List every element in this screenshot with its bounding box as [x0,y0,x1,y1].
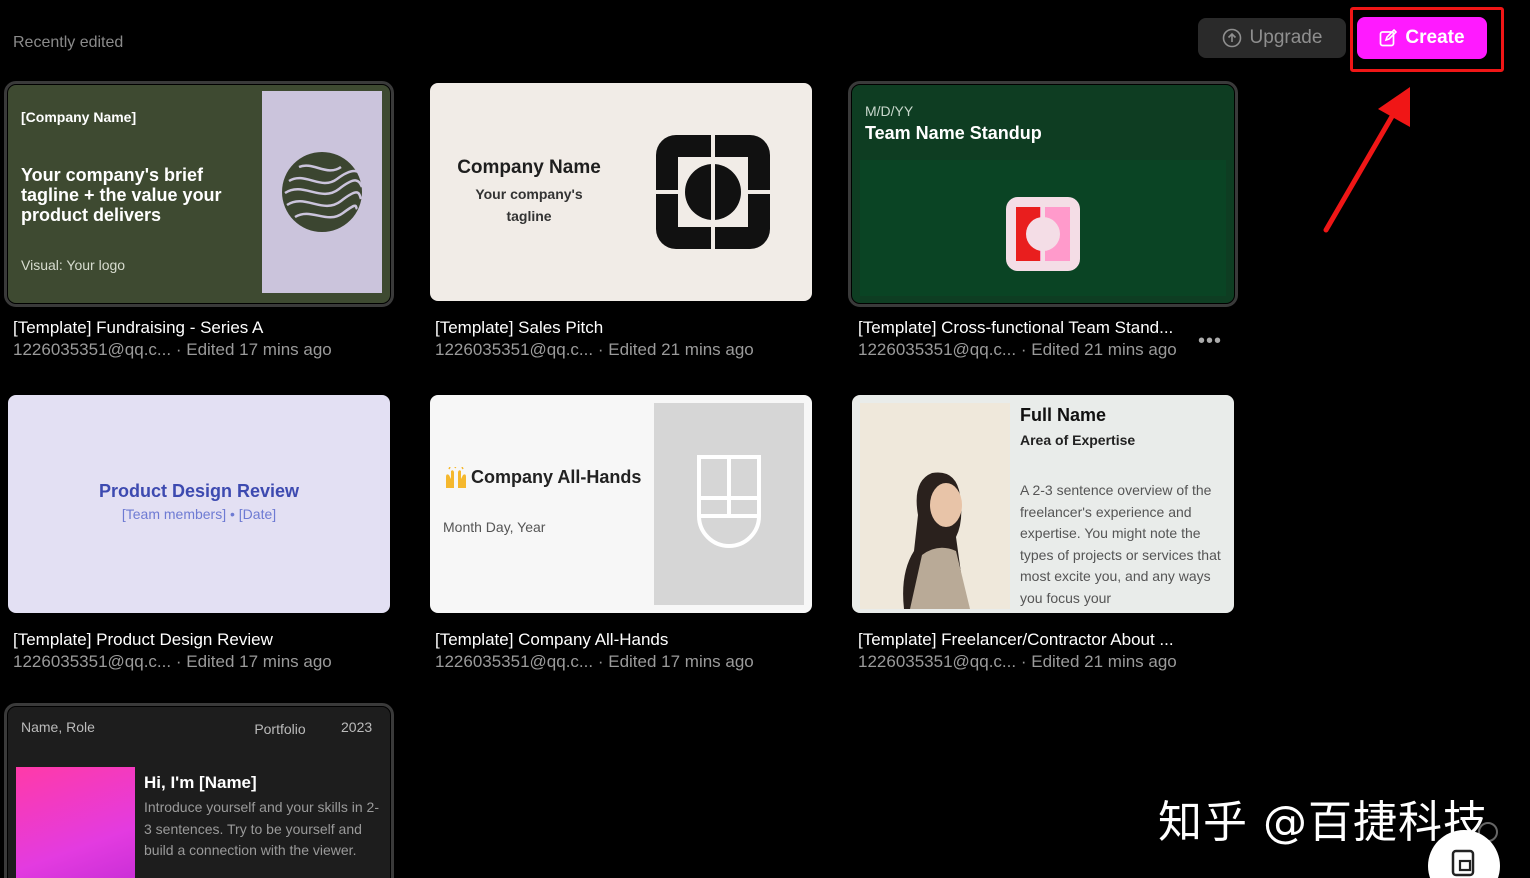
preview-company: [Company Name] [21,109,137,125]
preview-subheading: [Team members] • [Date] [121,506,277,522]
card-owner-edited: 1226035351@qq.c... · Edited 17 mins ago [13,652,332,672]
preview-date: M/D/YY [865,103,914,119]
card-edited: · Edited 21 mins ago [597,340,754,359]
upgrade-label: Upgrade [1249,27,1323,48]
card-owner-edited: 1226035351@qq.c... · Edited 21 mins ago [858,652,1177,672]
upgrade-button[interactable]: Upgrade [1198,18,1346,58]
presentation-card-sales-pitch[interactable]: Company Name Your company's tagline [430,83,812,301]
annotation-highlight-box [1350,7,1504,72]
card-owner-edited: 1226035351@qq.c... · Edited 17 mins ago [435,652,754,672]
card-edited: · Edited 17 mins ago [175,652,332,671]
card-title[interactable]: [Template] Product Design Review [13,630,273,650]
preview-heading: Product Design Review [98,481,300,501]
card-owner: 1226035351@qq.c... [435,340,594,359]
section-title: Recently edited [13,34,124,51]
card-title[interactable]: [Template] Freelancer/Contractor About .… [858,630,1174,650]
preview-company: Company Name [457,157,601,178]
preview-overview: A 2-3 sentence overview of the freelance… [1020,482,1221,606]
presentation-card-fundraising[interactable]: [Company Name] Your company's brief tagl… [4,81,394,307]
card-owner: 1226035351@qq.c... [858,652,1017,671]
preview-tagline: Your company's tagline [475,186,583,224]
standup-logo-icon [1006,197,1080,271]
card-title[interactable]: [Template] Cross-functional Team Stand..… [858,318,1173,338]
preview-visual-note: Visual: Your logo [21,257,126,273]
preview-date: Month Day, Year [443,519,546,535]
card-owner-edited: 1226035351@qq.c... · Edited 17 mins ago [13,340,332,360]
presentation-card-portfolio[interactable]: Name, Role Portfolio 2023 Hi, I'm [Name]… [4,703,394,878]
card-owner: 1226035351@qq.c... [13,340,172,359]
company-logo-icon [656,135,770,249]
preview-heading: Team Name Standup [865,123,1042,143]
preview-intro: Introduce yourself and your skills in 2-… [144,799,379,858]
more-options-button[interactable]: ••• [1198,330,1222,353]
card-edited: · Edited 21 mins ago [1020,652,1177,671]
card-title[interactable]: [Template] Company All-Hands [435,630,668,650]
card-owner: 1226035351@qq.c... [435,652,594,671]
annotation-arrow [1323,87,1410,233]
presentation-card-all-hands[interactable]: Company All-Hands Month Day, Year [430,395,812,613]
feedback-icon [1451,849,1475,877]
card-owner-edited: 1226035351@qq.c... · Edited 21 mins ago [435,340,754,360]
preview-image [16,767,135,878]
card-owner-edited: 1226035351@qq.c... · Edited 21 mins ago [858,340,1177,360]
portrait-photo [860,403,1010,609]
card-title[interactable]: [Template] Fundraising - Series A [13,318,263,338]
preview-year: 2023 [341,719,373,735]
wave-globe-icon [282,152,363,232]
presentation-card-team-standup[interactable]: M/D/YY Team Name Standup [848,81,1238,307]
preview-tagline: Your company's brief tagline + the value… [21,165,222,225]
card-edited: · Edited 17 mins ago [175,340,332,359]
presentation-card-product-design-review[interactable]: Product Design Review [Team members] • [… [8,395,390,613]
card-owner: 1226035351@qq.c... [13,652,172,671]
person-illustration [860,403,1010,609]
upgrade-icon [1222,28,1241,48]
arch-logo-icon [697,455,761,548]
preview-greeting: Hi, I'm [Name] [144,773,257,792]
card-owner: 1226035351@qq.c... [858,340,1017,359]
preview-portfolio: Portfolio [254,721,306,737]
preview-logo-panel [262,91,382,293]
raised-hands-icon [446,467,466,488]
preview-image-panel [654,403,804,605]
preview-heading-row: Company All-Hands [443,467,641,489]
preview-name-role: Name, Role [21,719,95,735]
preview-heading: Company All-Hands [471,467,642,487]
preview-area: Area of Expertise [1020,432,1136,448]
card-title[interactable]: [Template] Sales Pitch [435,318,603,338]
card-edited: · Edited 17 mins ago [597,652,754,671]
card-edited: · Edited 21 mins ago [1020,340,1177,359]
preview-name: Full Name [1020,405,1107,425]
presentation-card-freelancer-about[interactable]: Full Name Area of Expertise A 2-3 senten… [852,395,1234,613]
